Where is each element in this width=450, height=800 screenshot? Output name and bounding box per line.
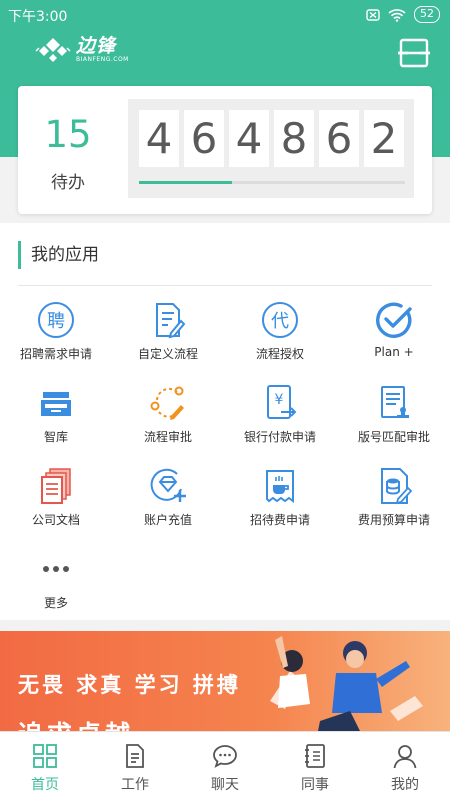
- logo-text: 边锋: [76, 35, 117, 57]
- app-label: 账户充值: [143, 513, 192, 527]
- app-label: 自定义流程: [137, 347, 198, 361]
- bank-payment-icon: ¥: [267, 385, 297, 419]
- edit-document-icon: [156, 303, 186, 339]
- counter-digit: 4: [139, 110, 179, 167]
- coffee-receipt-icon: [266, 470, 294, 503]
- counter-digit: 4: [229, 110, 269, 167]
- counter-digit: 6: [184, 110, 224, 167]
- app-plan-plus[interactable]: Plan +: [338, 299, 450, 359]
- app-budget-request[interactable]: 费用预算申请: [338, 465, 450, 528]
- my-apps-section: 我的应用 聘 招聘需求申请 自定义流程 代 流程授权 Plan + 智库 流程审…: [0, 223, 450, 620]
- status-time: 下午3:00: [8, 9, 68, 25]
- progress-fill: [139, 181, 233, 184]
- svg-text:聘: 聘: [47, 311, 65, 332]
- stamp-document-icon: [381, 386, 409, 418]
- logo-domain: BIANFENG.COM: [76, 56, 129, 63]
- app-label: 智库: [43, 430, 68, 444]
- promo-banner[interactable]: 无畏 求真 学习 拼搏 追求卓越: [0, 631, 450, 731]
- app-company-docs[interactable]: 公司文档: [0, 465, 112, 528]
- tab-mine[interactable]: 我的: [360, 732, 450, 800]
- app-label: 更多: [43, 596, 68, 610]
- tab-label: 聊天: [211, 777, 239, 793]
- counter-digit: 6: [319, 110, 359, 167]
- bottom-tab-bar: 首页 工作 聊天 同事 我的: [0, 731, 450, 800]
- app-label: 费用预算申请: [357, 513, 430, 527]
- chat-icon: [213, 745, 237, 768]
- battery-indicator: 52: [414, 6, 440, 23]
- app-label: 公司文档: [31, 513, 80, 527]
- app-account-recharge[interactable]: 账户充值: [112, 465, 224, 528]
- todo-label: 待办: [51, 173, 85, 193]
- banner-slogan-2: 追求卓越: [18, 715, 134, 731]
- app-label: 流程授权: [255, 347, 304, 361]
- app-label: 招聘需求申请: [19, 347, 92, 361]
- app-custom-flow[interactable]: 自定义流程: [112, 299, 224, 362]
- app-flow-authorize[interactable]: 代 流程授权: [224, 299, 336, 362]
- svg-text:¥: ¥: [275, 392, 284, 408]
- banner-slogan: 无畏 求真 学习 拼搏: [18, 673, 241, 697]
- tab-work[interactable]: 工作: [90, 732, 180, 800]
- app-version-approval[interactable]: 版号匹配审批: [338, 382, 450, 445]
- diamond-recharge-icon: [150, 468, 186, 502]
- app-label: Plan +: [374, 345, 414, 359]
- progress-track: [139, 181, 405, 184]
- archive-tray-icon: [41, 392, 71, 416]
- todo-count: 15: [44, 113, 92, 156]
- app-more[interactable]: 更多: [0, 548, 112, 611]
- scan-icon[interactable]: [398, 38, 430, 68]
- flow-approve-icon: [150, 386, 184, 420]
- user-icon: [393, 745, 417, 769]
- document-icon: [126, 744, 144, 768]
- status-bar: 下午3:00 52: [0, 0, 450, 30]
- app-bank-payment[interactable]: ¥ 银行付款申请: [224, 382, 336, 445]
- authorize-icon: 代: [262, 302, 298, 338]
- app-entertainment-fee[interactable]: 招待费申请: [224, 465, 336, 528]
- check-circle-icon: [376, 302, 412, 338]
- wifi-icon: [388, 8, 406, 22]
- todo-card[interactable]: 15 待办 4 6 4 8 6 2: [18, 86, 432, 214]
- company-docs-icon: [41, 468, 71, 504]
- counter-display: 4 6 4 8 6 2: [128, 99, 414, 198]
- counter-digit: 8: [274, 110, 314, 167]
- logo-mark-icon: [35, 38, 71, 62]
- banner-illustration-icon: [270, 636, 423, 731]
- app-think-tank[interactable]: 智库: [0, 382, 112, 445]
- contacts-icon: [305, 744, 325, 768]
- app-label: 银行付款申请: [243, 430, 316, 444]
- app-label: 招待费申请: [249, 513, 310, 527]
- home-grid-icon: [33, 744, 57, 768]
- section-title: 我的应用: [18, 241, 99, 269]
- tab-label: 首页: [31, 777, 59, 793]
- tab-label: 同事: [301, 777, 329, 793]
- app-recruit-request[interactable]: 聘 招聘需求申请: [0, 299, 112, 362]
- tab-home[interactable]: 首页: [0, 732, 90, 800]
- more-dots-icon: [43, 566, 69, 572]
- budget-icon: [381, 468, 413, 505]
- tab-colleagues[interactable]: 同事: [270, 732, 360, 800]
- divider: [18, 285, 432, 286]
- svg-text:代: 代: [271, 311, 289, 332]
- sim-icon: [366, 8, 380, 21]
- app-logo: 边锋 BIANFENG.COM: [34, 36, 129, 64]
- tab-chat[interactable]: 聊天: [180, 732, 270, 800]
- app-label: 流程审批: [143, 430, 192, 444]
- tab-label: 工作: [121, 777, 149, 793]
- recruit-icon: 聘: [38, 302, 74, 338]
- counter-digit: 2: [364, 110, 404, 167]
- tab-label: 我的: [391, 777, 419, 793]
- app-label: 版号匹配审批: [357, 430, 430, 444]
- app-flow-approval[interactable]: 流程审批: [112, 382, 224, 445]
